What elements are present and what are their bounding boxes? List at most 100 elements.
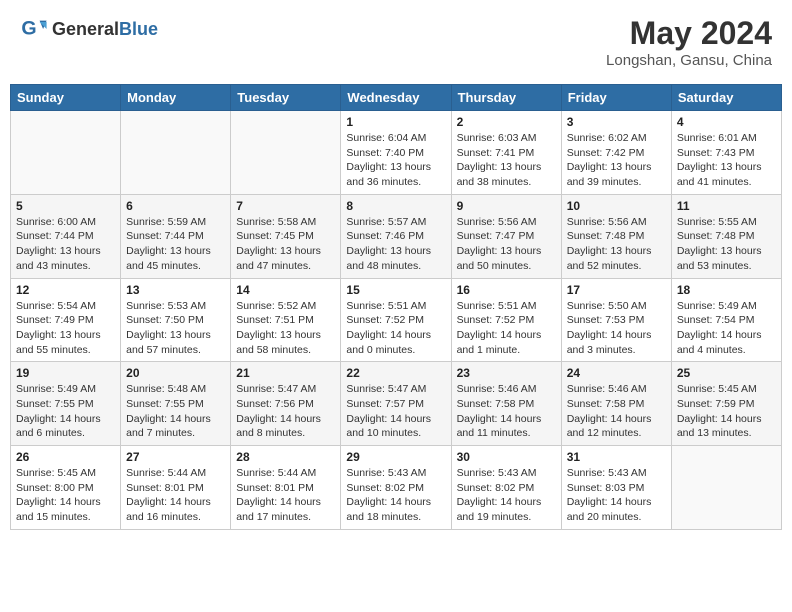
day-number: 17 [567,283,666,297]
day-info: Sunrise: 6:00 AM Sunset: 7:44 PM Dayligh… [16,215,115,274]
day-info: Sunrise: 5:43 AM Sunset: 8:02 PM Dayligh… [457,466,556,525]
page-header: G GeneralBlue May 2024 Longshan, Gansu, … [10,10,782,74]
day-info: Sunrise: 5:59 AM Sunset: 7:44 PM Dayligh… [126,215,225,274]
day-info: Sunrise: 5:52 AM Sunset: 7:51 PM Dayligh… [236,299,335,358]
day-info: Sunrise: 6:02 AM Sunset: 7:42 PM Dayligh… [567,131,666,190]
day-number: 16 [457,283,556,297]
calendar-cell: 1Sunrise: 6:04 AM Sunset: 7:40 PM Daylig… [341,111,451,195]
calendar-week-row: 12 Sunrise: 5:54 AM Sunset: 7:49 PM Dayli… [11,278,782,362]
calendar-cell: 23 Sunrise: 5:46 AM Sunset: 7:58 PM Dayli… [451,362,561,446]
location-title: Longshan, Gansu, China [606,52,772,69]
calendar-cell: 17 Sunrise: 5:50 AM Sunset: 7:53 PM Dayli… [561,278,671,362]
day-number: 27 [126,450,225,464]
calendar-cell: 5Sunrise: 6:00 AM Sunset: 7:44 PM Daylig… [11,194,121,278]
day-number: 24 [567,366,666,380]
calendar-cell: 11Sunrise: 5:55 AM Sunset: 7:48 PM Dayli… [671,194,781,278]
calendar-table: SundayMondayTuesdayWednesdayThursdayFrid… [10,84,782,530]
day-number: 12 [16,283,115,297]
day-info: Sunrise: 5:55 AM Sunset: 7:48 PM Dayligh… [677,215,776,274]
day-info: Sunrise: 5:56 AM Sunset: 7:48 PM Dayligh… [567,215,666,274]
weekday-header-monday: Monday [121,85,231,111]
calendar-cell: 14 Sunrise: 5:52 AM Sunset: 7:51 PM Dayli… [231,278,341,362]
weekday-header-saturday: Saturday [671,85,781,111]
day-number: 22 [346,366,445,380]
day-number: 19 [16,366,115,380]
calendar-cell: 28 Sunrise: 5:44 AM Sunset: 8:01 PM Dayli… [231,446,341,530]
day-number: 21 [236,366,335,380]
calendar-cell: 22Sunrise: 5:47 AM Sunset: 7:57 PM Dayli… [341,362,451,446]
logo: G GeneralBlue [20,15,158,43]
day-info: Sunrise: 5:43 AM Sunset: 8:03 PM Dayligh… [567,466,666,525]
day-info: Sunrise: 5:49 AM Sunset: 7:55 PM Dayligh… [16,382,115,441]
calendar-cell: 10 Sunrise: 5:56 AM Sunset: 7:48 PM Dayli… [561,194,671,278]
day-number: 26 [16,450,115,464]
calendar-cell: 30 Sunrise: 5:43 AM Sunset: 8:02 PM Dayli… [451,446,561,530]
day-number: 31 [567,450,666,464]
weekday-header-wednesday: Wednesday [341,85,451,111]
calendar-cell: 13 Sunrise: 5:53 AM Sunset: 7:50 PM Dayli… [121,278,231,362]
day-info: Sunrise: 5:50 AM Sunset: 7:53 PM Dayligh… [567,299,666,358]
month-title: May 2024 [606,15,772,52]
calendar-cell: 6 Sunrise: 5:59 AM Sunset: 7:44 PM Daylig… [121,194,231,278]
calendar-cell: 3 Sunrise: 6:02 AM Sunset: 7:42 PM Daylig… [561,111,671,195]
day-info: Sunrise: 5:46 AM Sunset: 7:58 PM Dayligh… [457,382,556,441]
day-info: Sunrise: 5:56 AM Sunset: 7:47 PM Dayligh… [457,215,556,274]
day-number: 18 [677,283,776,297]
day-info: Sunrise: 5:57 AM Sunset: 7:46 PM Dayligh… [346,215,445,274]
day-number: 2 [457,115,556,129]
calendar-cell [231,111,341,195]
calendar-week-row: 1Sunrise: 6:04 AM Sunset: 7:40 PM Daylig… [11,111,782,195]
day-info: Sunrise: 5:43 AM Sunset: 8:02 PM Dayligh… [346,466,445,525]
calendar-cell: 9Sunrise: 5:56 AM Sunset: 7:47 PM Daylig… [451,194,561,278]
day-number: 20 [126,366,225,380]
day-number: 13 [126,283,225,297]
calendar-cell: 18Sunrise: 5:49 AM Sunset: 7:54 PM Dayli… [671,278,781,362]
day-info: Sunrise: 5:53 AM Sunset: 7:50 PM Dayligh… [126,299,225,358]
calendar-week-row: 26Sunrise: 5:45 AM Sunset: 8:00 PM Dayli… [11,446,782,530]
day-info: Sunrise: 5:51 AM Sunset: 7:52 PM Dayligh… [457,299,556,358]
calendar-cell: 31 Sunrise: 5:43 AM Sunset: 8:03 PM Dayli… [561,446,671,530]
logo-blue: Blue [119,19,158,39]
calendar-cell: 7 Sunrise: 5:58 AM Sunset: 7:45 PM Daylig… [231,194,341,278]
logo-general: General [52,19,119,39]
day-info: Sunrise: 6:03 AM Sunset: 7:41 PM Dayligh… [457,131,556,190]
weekday-header-thursday: Thursday [451,85,561,111]
day-number: 25 [677,366,776,380]
calendar-cell: 19 Sunrise: 5:49 AM Sunset: 7:55 PM Dayli… [11,362,121,446]
svg-text:G: G [21,18,36,40]
day-info: Sunrise: 5:47 AM Sunset: 7:56 PM Dayligh… [236,382,335,441]
day-number: 1 [346,115,445,129]
day-number: 23 [457,366,556,380]
weekday-header-sunday: Sunday [11,85,121,111]
day-number: 3 [567,115,666,129]
calendar-cell [121,111,231,195]
day-number: 14 [236,283,335,297]
calendar-cell: 27 Sunrise: 5:44 AM Sunset: 8:01 PM Dayli… [121,446,231,530]
day-info: Sunrise: 5:54 AM Sunset: 7:49 PM Dayligh… [16,299,115,358]
calendar-cell: 15 Sunrise: 5:51 AM Sunset: 7:52 PM Dayli… [341,278,451,362]
day-info: Sunrise: 5:44 AM Sunset: 8:01 PM Dayligh… [126,466,225,525]
calendar-week-row: 5Sunrise: 6:00 AM Sunset: 7:44 PM Daylig… [11,194,782,278]
day-number: 4 [677,115,776,129]
calendar-cell: 29Sunrise: 5:43 AM Sunset: 8:02 PM Dayli… [341,446,451,530]
calendar-cell: 20 Sunrise: 5:48 AM Sunset: 7:55 PM Dayli… [121,362,231,446]
day-number: 15 [346,283,445,297]
day-info: Sunrise: 5:51 AM Sunset: 7:52 PM Dayligh… [346,299,445,358]
day-number: 8 [346,199,445,213]
day-info: Sunrise: 5:45 AM Sunset: 7:59 PM Dayligh… [677,382,776,441]
day-number: 28 [236,450,335,464]
title-block: May 2024 Longshan, Gansu, China [606,15,772,69]
day-info: Sunrise: 6:01 AM Sunset: 7:43 PM Dayligh… [677,131,776,190]
calendar-week-row: 19 Sunrise: 5:49 AM Sunset: 7:55 PM Dayli… [11,362,782,446]
day-info: Sunrise: 5:44 AM Sunset: 8:01 PM Dayligh… [236,466,335,525]
day-number: 7 [236,199,335,213]
calendar-cell: 24Sunrise: 5:46 AM Sunset: 7:58 PM Dayli… [561,362,671,446]
day-number: 30 [457,450,556,464]
day-number: 6 [126,199,225,213]
calendar-cell [671,446,781,530]
calendar-cell: 2 Sunrise: 6:03 AM Sunset: 7:41 PM Daylig… [451,111,561,195]
calendar-cell: 25 Sunrise: 5:45 AM Sunset: 7:59 PM Dayli… [671,362,781,446]
day-info: Sunrise: 5:48 AM Sunset: 7:55 PM Dayligh… [126,382,225,441]
day-info: Sunrise: 5:58 AM Sunset: 7:45 PM Dayligh… [236,215,335,274]
day-number: 10 [567,199,666,213]
